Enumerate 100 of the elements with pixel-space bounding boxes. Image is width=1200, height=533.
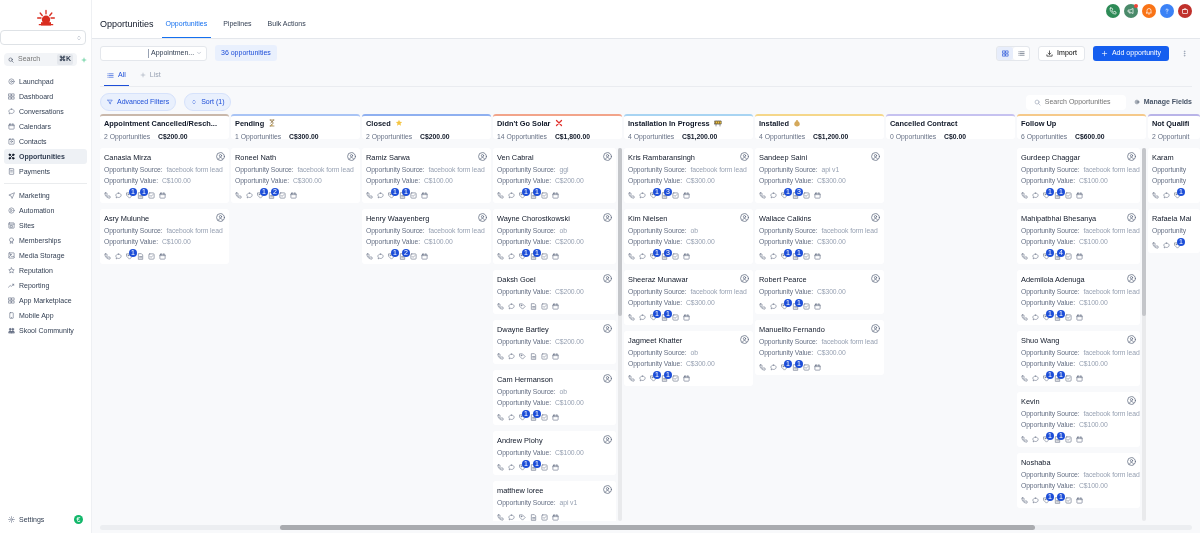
kebab-icon[interactable] xyxy=(1181,48,1188,58)
chat-icon[interactable] xyxy=(1163,191,1170,199)
chat-icon[interactable] xyxy=(770,302,777,310)
assign-user-icon[interactable] xyxy=(216,212,225,222)
calendar-icon[interactable] xyxy=(1076,496,1083,504)
task-icon[interactable] xyxy=(803,302,810,310)
assign-user-icon[interactable] xyxy=(603,212,612,222)
phone-icon[interactable] xyxy=(104,252,111,260)
task-icon[interactable] xyxy=(148,252,155,260)
chat-icon[interactable] xyxy=(377,191,384,199)
assign-user-icon[interactable] xyxy=(603,434,612,444)
note-icon[interactable] xyxy=(399,252,406,260)
chat-icon[interactable] xyxy=(1032,496,1039,504)
phone-icon[interactable] xyxy=(759,363,766,371)
note-icon[interactable] xyxy=(530,252,537,260)
assign-user-icon[interactable] xyxy=(871,212,880,222)
phone-icon[interactable] xyxy=(497,463,504,471)
task-icon[interactable] xyxy=(541,302,548,310)
phone-icon[interactable] xyxy=(497,413,504,421)
phone-icon[interactable] xyxy=(1021,191,1028,199)
phone-icon[interactable] xyxy=(628,191,635,199)
phone-button[interactable] xyxy=(1106,4,1120,18)
note-icon[interactable] xyxy=(1054,313,1061,321)
tag-icon[interactable] xyxy=(650,313,657,321)
note-icon[interactable] xyxy=(661,191,668,199)
tag-icon[interactable] xyxy=(519,191,526,199)
task-icon[interactable] xyxy=(410,252,417,260)
calendar-icon[interactable] xyxy=(552,191,559,199)
chat-icon[interactable] xyxy=(1032,313,1039,321)
tag-icon[interactable] xyxy=(1043,313,1050,321)
calendar-icon[interactable] xyxy=(552,463,559,471)
tag-icon[interactable] xyxy=(1043,374,1050,382)
note-icon[interactable] xyxy=(792,191,799,199)
task-icon[interactable] xyxy=(148,191,155,199)
phone-icon[interactable] xyxy=(1021,374,1028,382)
phone-icon[interactable] xyxy=(628,252,635,260)
note-icon[interactable] xyxy=(1054,191,1061,199)
task-icon[interactable] xyxy=(672,313,679,321)
grid-view-button[interactable] xyxy=(997,46,1014,60)
assign-user-icon[interactable] xyxy=(1127,273,1136,283)
chat-icon[interactable] xyxy=(1032,374,1039,382)
calendar-icon[interactable] xyxy=(683,313,690,321)
task-icon[interactable] xyxy=(672,374,679,382)
phone-icon[interactable] xyxy=(104,191,111,199)
bell-button[interactable] xyxy=(1142,4,1156,18)
note-icon[interactable] xyxy=(661,374,668,382)
tag-icon[interactable] xyxy=(1043,252,1050,260)
note-icon[interactable] xyxy=(792,363,799,371)
note-icon[interactable] xyxy=(530,413,537,421)
chat-icon[interactable] xyxy=(1163,241,1170,249)
chat-icon[interactable] xyxy=(639,191,646,199)
calendar-icon[interactable] xyxy=(683,252,690,260)
phone-icon[interactable] xyxy=(1021,252,1028,260)
task-icon[interactable] xyxy=(1065,191,1072,199)
calendar-icon[interactable] xyxy=(814,252,821,260)
tag-icon[interactable] xyxy=(126,191,133,199)
briefcase-button[interactable] xyxy=(1178,4,1192,18)
tag-icon[interactable] xyxy=(519,252,526,260)
assign-user-icon[interactable] xyxy=(603,484,612,494)
scrollbar[interactable] xyxy=(618,147,622,522)
assign-user-icon[interactable] xyxy=(1127,395,1136,405)
task-icon[interactable] xyxy=(672,252,679,260)
note-icon[interactable] xyxy=(1054,435,1061,443)
tag-icon[interactable] xyxy=(519,413,526,421)
note-icon[interactable] xyxy=(530,463,537,471)
task-icon[interactable] xyxy=(803,191,810,199)
tag-icon[interactable] xyxy=(781,363,788,371)
calendar-icon[interactable] xyxy=(814,191,821,199)
assign-user-icon[interactable] xyxy=(871,273,880,283)
note-icon[interactable] xyxy=(1054,374,1061,382)
chat-icon[interactable] xyxy=(377,252,384,260)
assign-user-icon[interactable] xyxy=(871,323,880,333)
calendar-icon[interactable] xyxy=(1076,435,1083,443)
calendar-icon[interactable] xyxy=(552,302,559,310)
chat-icon[interactable] xyxy=(770,363,777,371)
phone-icon[interactable] xyxy=(1021,313,1028,321)
phone-icon[interactable] xyxy=(1021,435,1028,443)
note-icon[interactable] xyxy=(137,191,144,199)
assign-user-icon[interactable] xyxy=(478,151,487,161)
task-icon[interactable] xyxy=(541,191,548,199)
calendar-icon[interactable] xyxy=(421,191,428,199)
assign-user-icon[interactable] xyxy=(603,151,612,161)
phone-icon[interactable] xyxy=(759,252,766,260)
assign-user-icon[interactable] xyxy=(603,373,612,383)
scrollbar[interactable] xyxy=(1142,147,1146,522)
task-icon[interactable] xyxy=(672,191,679,199)
megaphone-button[interactable] xyxy=(1124,4,1138,18)
task-icon[interactable] xyxy=(803,363,810,371)
tag-icon[interactable] xyxy=(781,191,788,199)
chat-icon[interactable] xyxy=(246,191,253,199)
task-icon[interactable] xyxy=(1065,435,1072,443)
chat-icon[interactable] xyxy=(508,302,515,310)
tag-icon[interactable] xyxy=(781,302,788,310)
task-icon[interactable] xyxy=(541,252,548,260)
note-icon[interactable] xyxy=(661,252,668,260)
phone-icon[interactable] xyxy=(497,513,504,521)
calendar-icon[interactable] xyxy=(1076,252,1083,260)
chat-icon[interactable] xyxy=(770,191,777,199)
chat-icon[interactable] xyxy=(508,513,515,521)
task-icon[interactable] xyxy=(1065,496,1072,504)
